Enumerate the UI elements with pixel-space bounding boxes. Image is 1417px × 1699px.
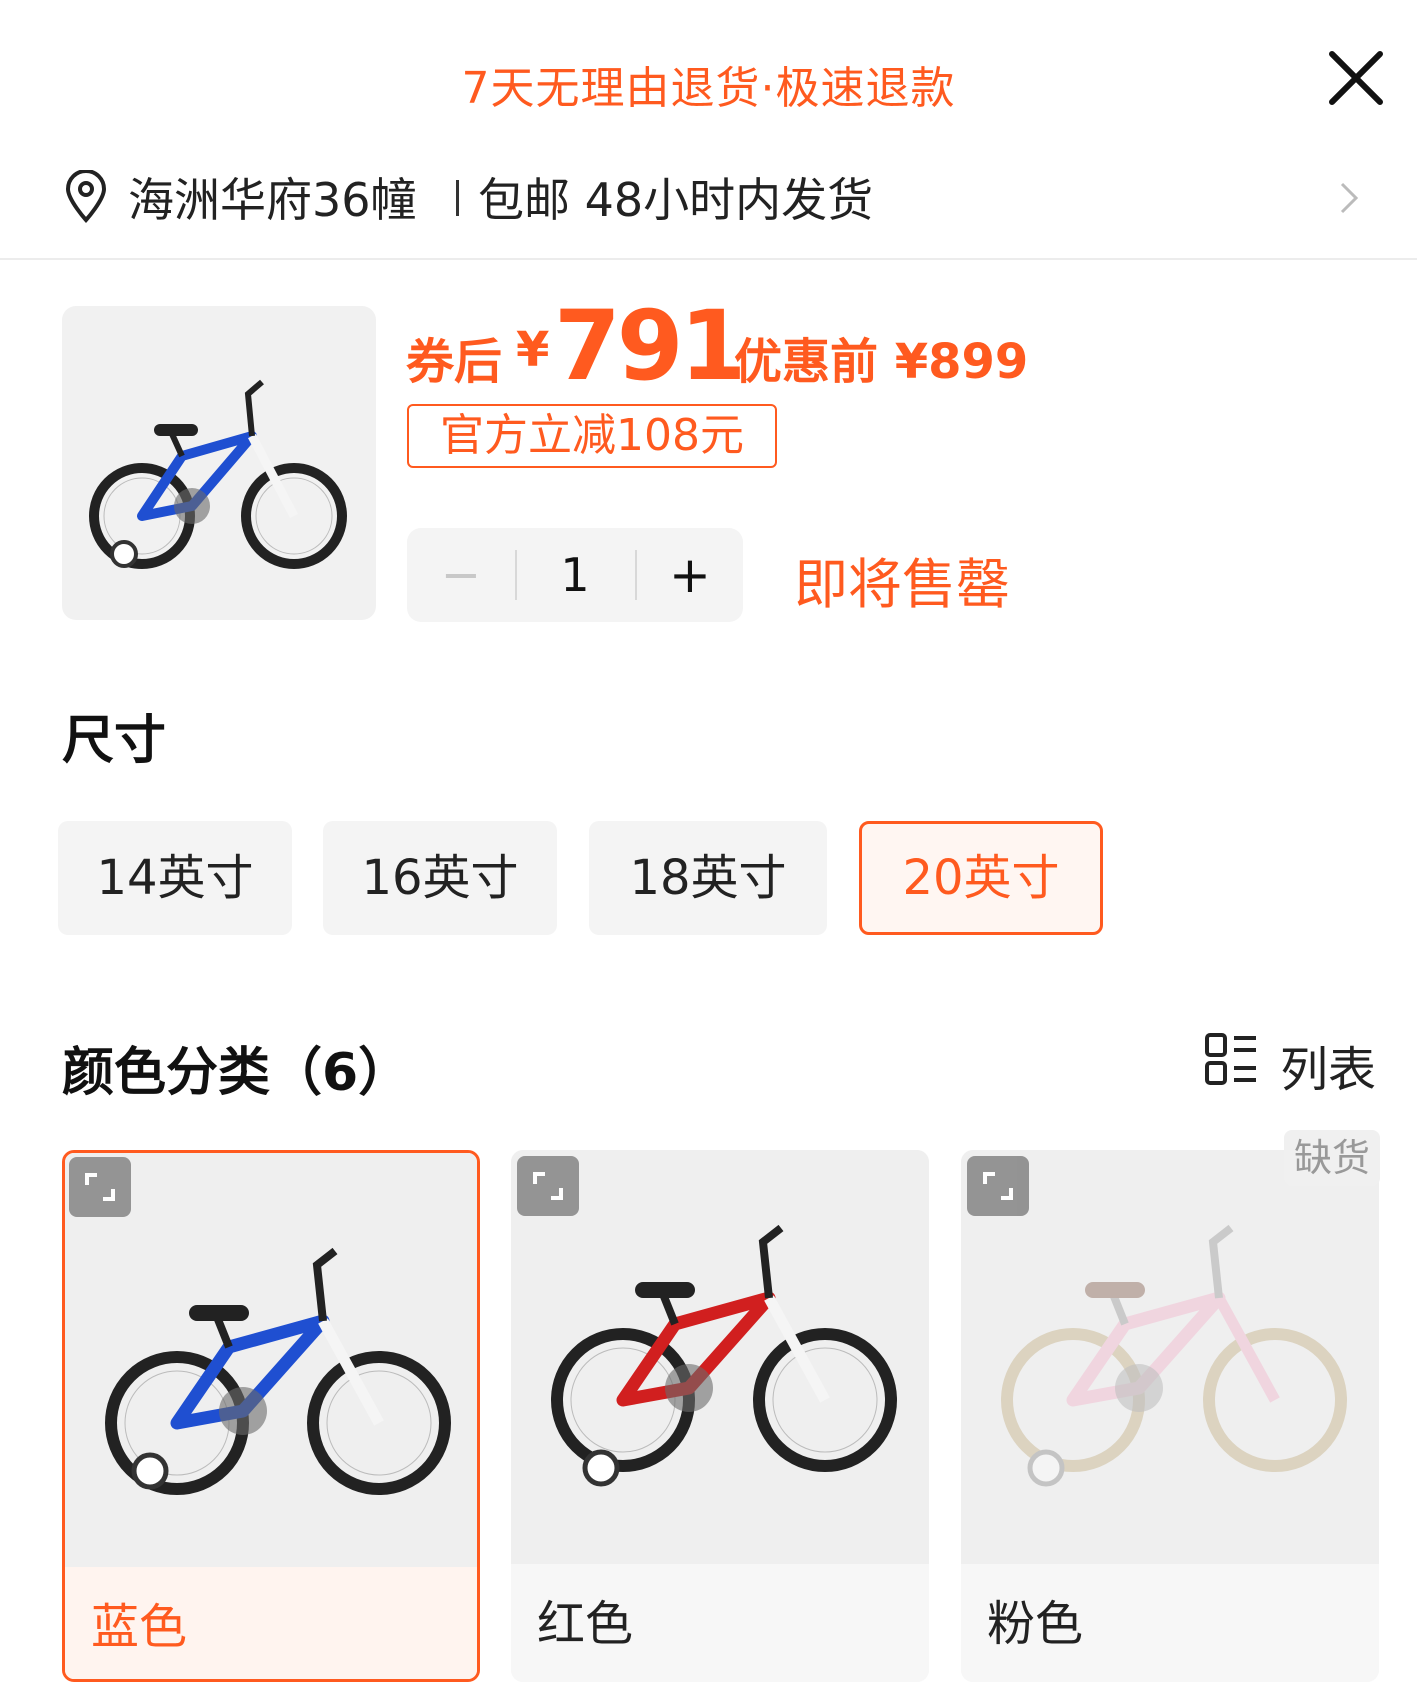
stock-status: 即将售罄: [794, 553, 1010, 616]
coupon-price: 791: [554, 290, 746, 402]
location-pin-icon: [65, 170, 107, 223]
close-icon[interactable]: [1320, 42, 1392, 114]
size-section-title: 尺寸: [62, 711, 167, 771]
chevron-right-icon: [1340, 182, 1359, 214]
shipping-info: 包邮 48小时内发货: [478, 173, 874, 227]
delivery-address: 海洲华府36幢: [128, 173, 417, 227]
expand-icon[interactable]: [517, 1156, 579, 1216]
color-option-blue[interactable]: 蓝色: [62, 1150, 480, 1682]
quantity-value[interactable]: 1: [517, 528, 633, 622]
size-option-20[interactable]: 20英寸: [859, 821, 1103, 935]
color-option-label: 红色: [537, 1596, 634, 1652]
blue-bike-image: [89, 379, 347, 569]
price-divider: [710, 334, 714, 378]
discount-tag: 官方立减108元: [407, 404, 777, 468]
list-view-label: 列表: [1280, 1042, 1377, 1098]
color-option-pink[interactable]: 粉色: [961, 1150, 1379, 1682]
increase-button[interactable]: +: [637, 528, 743, 622]
decrease-button[interactable]: −: [407, 528, 515, 622]
size-option-16[interactable]: 16英寸: [323, 821, 557, 935]
list-view-icon: [1205, 1033, 1256, 1085]
return-policy-text: 7天无理由退货·极速退款: [461, 63, 956, 114]
product-thumbnail[interactable]: [62, 306, 376, 620]
top-banner: 7天无理由退货·极速退款: [0, 0, 1417, 160]
size-option-14[interactable]: 14英寸: [58, 821, 292, 935]
coupon-price-label: 券后: [406, 334, 503, 390]
color-option-red[interactable]: 红色: [511, 1150, 929, 1682]
size-option-18[interactable]: 18英寸: [589, 821, 827, 935]
divider: [456, 180, 459, 216]
quantity-stepper: − 1 +: [407, 528, 743, 622]
original-price: 优惠前 ¥899: [734, 334, 1029, 390]
currency-symbol: ¥: [516, 322, 550, 378]
expand-icon[interactable]: [69, 1157, 131, 1217]
color-option-label: 粉色: [987, 1596, 1084, 1652]
color-option-label: 蓝色: [91, 1599, 188, 1655]
expand-icon[interactable]: [967, 1156, 1029, 1216]
color-section-title: 颜色分类（6）: [62, 1043, 411, 1103]
out-of-stock-badge: 缺货: [1284, 1130, 1380, 1186]
delivery-row[interactable]: 海洲华府36幢 包邮 48小时内发货: [0, 150, 1417, 260]
